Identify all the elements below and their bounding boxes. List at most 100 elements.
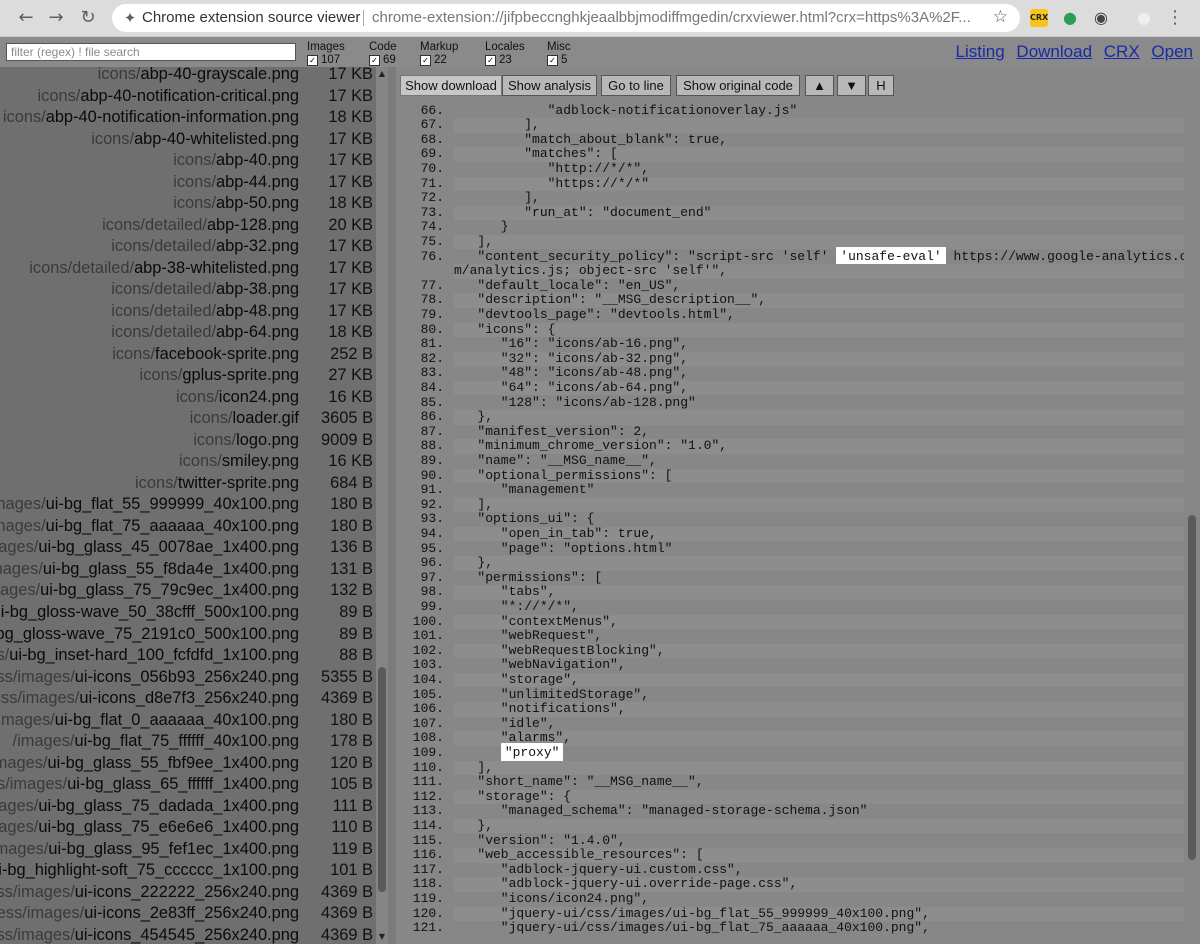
scroll-down-icon[interactable]: ▼ [377,932,387,942]
file-list-item[interactable]: s/images/ui-bg_glass_95_fef1ec_1x400.png… [0,839,376,861]
file-list-item[interactable]: ss/images/ui-bg_glass_65_ffffff_1x400.pn… [0,774,376,796]
file-list-item[interactable]: /images/ui-bg_flat_75_aaaaaa_40x100.png 1… [0,516,376,538]
reload-icon[interactable]: ↻ [76,6,100,30]
file-list-item[interactable]: es/ui-bg_inset-hard_100_fcfdfd_1x100.png… [0,645,376,667]
file-list-item[interactable]: /images/ui-bg_flat_55_999999_40x100.png 1… [0,494,376,516]
line-number[interactable]: 112. [396,789,444,805]
file-list-item[interactable]: icons/detailed/abp-32.png 17 KB [0,236,376,258]
filter-input[interactable] [6,43,296,61]
file-list-item[interactable]: /ui-bg_gloss-wave_50_38cfff_500x100.png 8… [0,602,376,624]
green-extension-icon[interactable]: ● [1061,9,1079,27]
line-number[interactable]: 120. [396,906,444,922]
file-list-item[interactable]: ui-bg_gloss-wave_75_2191c0_500x100.png 89… [0,624,376,646]
line-number[interactable]: 110. [396,760,444,776]
line-number[interactable]: 71. [396,176,444,192]
code-scrollbar[interactable] [1184,67,1200,944]
line-number[interactable]: 96. [396,555,444,571]
file-list-item[interactable]: /ui-bg_highlight-soft_75_cccccc_1x100.pn… [0,860,376,882]
file-list-item[interactable]: icons/icon24.png 16 KB [0,387,376,409]
file-list-item[interactable]: icons/detailed/abp-128.png 20 KB [0,215,376,237]
line-number[interactable]: 103. [396,658,444,673]
file-list-item[interactable]: ness/images/ui-icons_454545_256x240.png 4… [0,925,376,944]
address-bar[interactable]: ✦ Chrome extension source viewer chrome-… [112,4,1020,32]
file-list-item[interactable]: ness/images/ui-icons_222222_256x240.png 4… [0,882,376,904]
line-number[interactable]: 121. [396,920,444,936]
file-list-item[interactable]: /images/ui-bg_glass_55_fbf9ee_1x400.png 1… [0,753,376,775]
line-number[interactable]: 116. [396,847,444,863]
line-number[interactable]: 101. [396,628,444,644]
line-number[interactable]: 83. [396,366,444,381]
scroll-up-icon[interactable]: ▲ [377,69,387,79]
line-number[interactable]: 68. [396,132,444,148]
line-number[interactable]: 97. [396,570,444,586]
show-analysis-button[interactable]: Show analysis [502,75,597,96]
line-number[interactable]: 91. [396,482,444,498]
line-number[interactable]: 80. [396,322,444,338]
line-number[interactable]: 105. [396,687,444,703]
line-number[interactable]: 82. [396,351,444,367]
file-list-scrollbar[interactable]: ▲ ▼ [376,67,388,944]
line-number[interactable]: 115. [396,833,444,849]
line-number[interactable]: 90. [396,468,444,484]
file-list-item[interactable]: images/ui-bg_glass_75_79c9ec_1x400.png 13… [0,580,376,602]
line-number[interactable]: 95. [396,541,444,557]
show-download-button[interactable]: Show download [400,75,502,96]
file-list-item[interactable]: icons/detailed/abp-38-whitelisted.png 17 … [0,258,376,280]
file-list-item[interactable]: icons/detailed/abp-38.png 17 KB [0,279,376,301]
file-list-item[interactable]: images/ui-bg_glass_55_f8da4e_1x400.png 13… [0,559,376,581]
line-number[interactable]: 66. [396,103,444,119]
open-link[interactable]: Open [1151,42,1193,61]
filter-images-checkbox[interactable]: ✓ [307,54,318,66]
file-list-item[interactable]: icons/abp-40-whitelisted.png 17 KB [0,129,376,151]
file-list-item[interactable]: icons/abp-40-notification-information.pn… [0,107,376,129]
file-list-item[interactable]: s/images/ui-bg_flat_0_aaaaaa_40x100.png 1… [0,710,376,732]
line-number[interactable]: 118. [396,877,444,892]
file-list-item[interactable]: icons/abp-40-notification-critical.png 17… [0,86,376,108]
line-number[interactable]: 100. [396,614,444,630]
file-list-item[interactable]: ness/images/ui-icons_2e83ff_256x240.png 4… [0,903,376,925]
filter-misc[interactable]: Misc ✓ 5 [547,41,571,66]
filter-locales-checkbox[interactable]: ✓ [485,54,496,66]
file-list-item[interactable]: icons/detailed/abp-48.png 17 KB [0,301,376,323]
line-number[interactable]: 111. [396,774,444,790]
file-list-item[interactable]: icons/logo.png 9009 B [0,430,376,452]
file-list-item[interactable]: icons/twitter-sprite.png 684 B [0,473,376,495]
crx-link[interactable]: CRX [1104,42,1140,61]
file-list-scroll-thumb[interactable] [378,667,386,892]
file-list-item[interactable]: icons/facebook-sprite.png 252 B [0,344,376,366]
file-list-item[interactable]: icons/smiley.png 16 KB [0,451,376,473]
crx-icon[interactable]: CRX [1030,9,1048,27]
file-list-item[interactable]: s/images/ui-bg_glass_75_e6e6e6_1x400.png… [0,817,376,839]
line-number[interactable]: 79. [396,307,444,323]
line-number[interactable]: 69. [396,147,444,162]
line-number[interactable]: 89. [396,453,444,469]
file-list-item[interactable]: /images/ui-bg_glass_75_dadada_1x400.png 1… [0,796,376,818]
line-number[interactable]: 119. [396,891,444,907]
next-match-button[interactable]: ▼ [837,75,866,96]
line-number[interactable]: 70. [396,161,444,177]
previous-match-button[interactable]: ▲ [805,75,834,96]
download-link[interactable]: Download [1016,42,1092,61]
file-list-item[interactable]: /css/images/ui-icons_d8e7f3_256x240.png 4… [0,688,376,710]
line-number[interactable]: 107. [396,716,444,732]
menu-icon[interactable]: ⋮ [1163,6,1187,30]
filter-code[interactable]: Code ✓ 69 [369,41,397,66]
file-list-item[interactable]: icons/gplus-sprite.png 27 KB [0,365,376,387]
line-number[interactable]: 67. [396,117,444,133]
file-list-item[interactable]: icons/loader.gif 3605 B [0,408,376,430]
line-number[interactable]: 74. [396,220,444,235]
line-number[interactable]: 88. [396,439,444,454]
line-number[interactable]: 99. [396,599,444,615]
filter-markup-checkbox[interactable]: ✓ [420,54,431,66]
file-list-item[interactable]: /css/images/ui-icons_056b93_256x240.png 5… [0,667,376,689]
file-list-item[interactable]: icons/detailed/abp-64.png 18 KB [0,322,376,344]
show-original-code-button[interactable]: Show original code [676,75,800,96]
filter-code-checkbox[interactable]: ✓ [369,54,380,66]
file-list-item[interactable]: /images/ui-bg_flat_75_ffffff_40x100.png 1… [0,731,376,753]
filter-locales[interactable]: Locales ✓ 23 [485,41,525,66]
file-list-item[interactable]: icons/abp-40-grayscale.png 17 KB [0,67,376,86]
bookmark-star-icon[interactable]: ☆ [993,7,1008,27]
line-number[interactable]: 92. [396,497,444,513]
line-number[interactable]: 98. [396,585,444,600]
forward-icon[interactable]: → [44,6,68,30]
